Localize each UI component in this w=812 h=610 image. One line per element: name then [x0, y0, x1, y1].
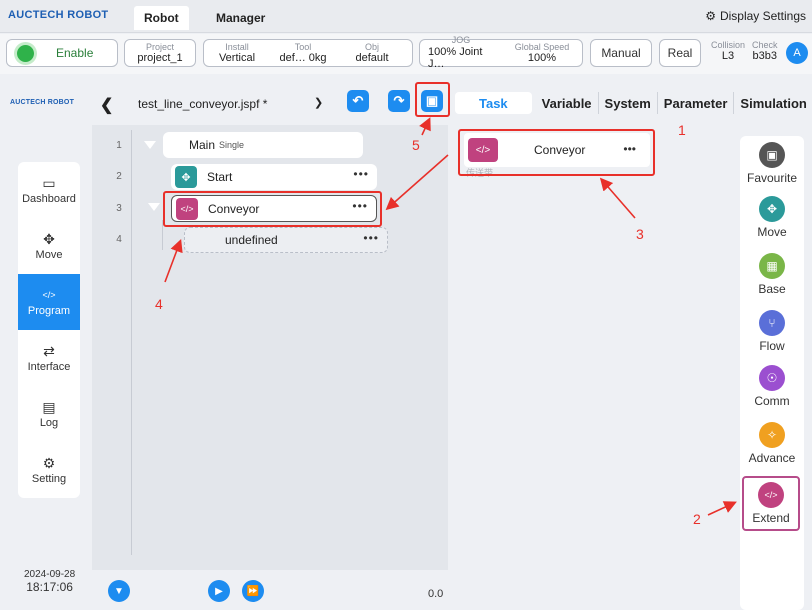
arrow-to-extend-category: [707, 501, 737, 516]
annotation-arrows: [164, 117, 737, 516]
arrow-to-conveyor-node: [385, 154, 449, 211]
arrow-to-undefined-node: [164, 239, 183, 283]
arrow-to-save-button: [419, 117, 431, 136]
arrow-to-function-item: [599, 177, 636, 219]
